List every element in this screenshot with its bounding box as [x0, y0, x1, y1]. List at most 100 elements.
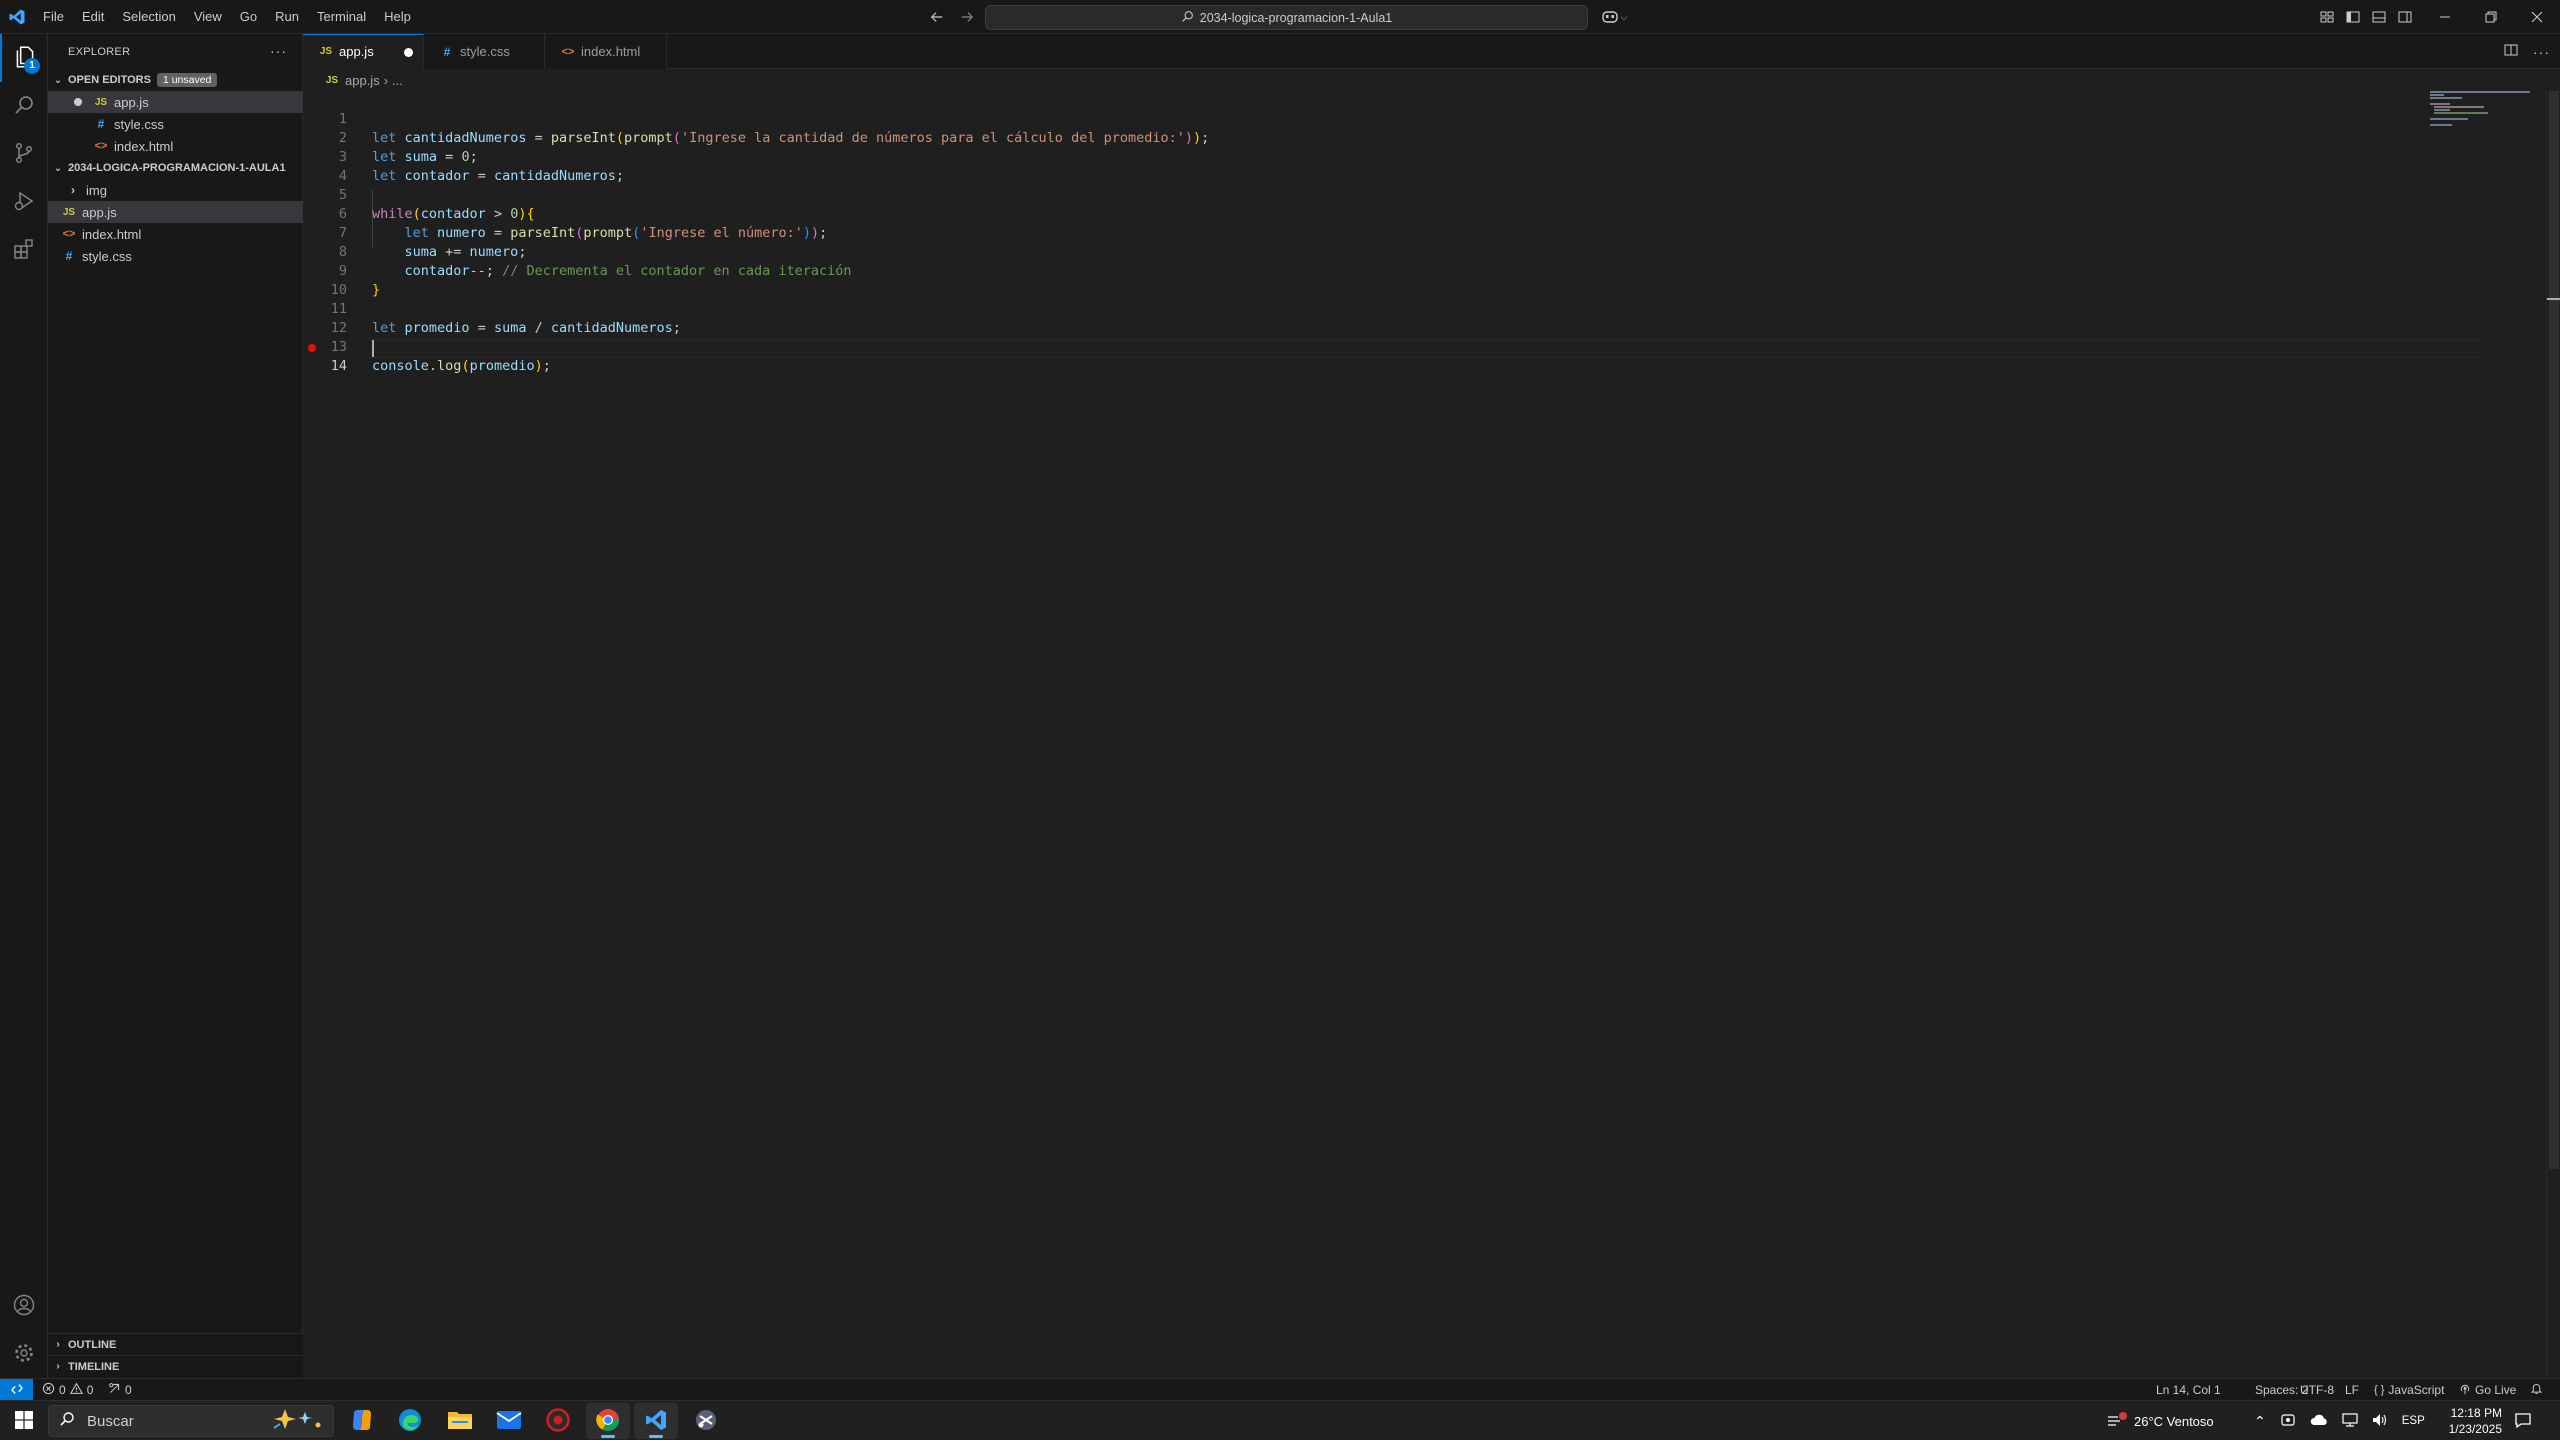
unsaved-dot-icon[interactable] [404, 48, 413, 57]
outline-section[interactable]: › OUTLINE [48, 1333, 303, 1355]
copilot-button[interactable]: ⌵ [1596, 4, 1632, 30]
ports-indicator[interactable]: 0 [108, 1379, 132, 1401]
manage-activity[interactable] [0, 1330, 48, 1378]
problems-indicator[interactable]: 0 0 [42, 1379, 93, 1401]
cursor-position[interactable]: Ln 14, Col 1 [2156, 1379, 2221, 1401]
chevron-right-icon: › [71, 183, 75, 197]
javascript-file-icon: JS [62, 206, 76, 218]
code-line: 8 contador--; // Decrementa el contador … [303, 224, 2423, 279]
explorer-badge: 1 [24, 58, 40, 74]
more-actions-icon[interactable]: ··· [270, 43, 287, 59]
editor-scrollbar[interactable] [2546, 91, 2560, 1378]
taskbar-copilot-app[interactable] [340, 1403, 384, 1439]
taskbar-file-explorer-app[interactable] [438, 1403, 482, 1439]
go-live-button[interactable]: Go Live [2459, 1379, 2516, 1401]
taskbar-red-app[interactable] [536, 1403, 580, 1439]
close-icon[interactable] [2514, 0, 2560, 34]
weather-icon [2106, 1411, 2128, 1432]
tab-index-html[interactable]: <> index.html [545, 34, 667, 69]
restore-icon[interactable] [2468, 0, 2514, 34]
menu-help[interactable]: Help [375, 0, 420, 34]
tab-style-css[interactable]: # style.css [424, 34, 545, 69]
extensions-icon [12, 237, 36, 264]
menu-bar: File Edit Selection View Go Run Terminal… [34, 0, 420, 34]
minimap[interactable] [2430, 91, 2540, 131]
cursor-position-label: Ln 14, Col 1 [2156, 1383, 2221, 1397]
forward-arrow-icon[interactable] [954, 4, 980, 30]
start-button[interactable] [0, 1401, 48, 1440]
clock[interactable]: 12:18 PM 1/23/2025 [2449, 1405, 2502, 1437]
menu-edit[interactable]: Edit [73, 0, 113, 34]
menu-view[interactable]: View [185, 0, 231, 34]
toggle-secondary-sidebar-icon[interactable] [2394, 6, 2416, 28]
run-debug-icon [12, 189, 36, 216]
more-actions-icon[interactable]: ··· [2533, 44, 2550, 60]
customize-layout-icon[interactable] [2316, 6, 2338, 28]
menu-go[interactable]: Go [231, 0, 266, 34]
workspace-name: 2034-logica-programacion-1-Aula1 [1199, 10, 1393, 25]
chevron-down-icon: ⌄ [53, 74, 63, 86]
open-editors-header[interactable]: ⌄ OPEN EDITORS 1 unsaved [48, 69, 303, 91]
code-editor[interactable]: 1 let cantidadNumeros = parseInt(prompt(… [303, 91, 2541, 1378]
cloud-icon[interactable] [2310, 1413, 2328, 1430]
breadcrumb-file[interactable]: app.js [345, 73, 380, 88]
taskbar-vscode-app[interactable] [634, 1403, 678, 1439]
open-editor-style-css[interactable]: # style.css [48, 113, 303, 135]
tab-app-js[interactable]: JS app.js [303, 34, 424, 69]
encoding[interactable]: UTF-8 [2300, 1379, 2334, 1401]
open-editor-index-html[interactable]: <> index.html [48, 135, 303, 157]
menu-selection[interactable]: Selection [113, 0, 184, 34]
file-index-html[interactable]: <> index.html [48, 223, 303, 245]
extensions-activity[interactable] [0, 226, 48, 274]
breadcrumb-symbols[interactable]: ... [392, 73, 403, 88]
menu-file[interactable]: File [34, 0, 73, 34]
source-control-activity[interactable] [0, 130, 48, 178]
command-center-search[interactable]: 2034-logica-programacion-1-Aula1 [985, 5, 1588, 30]
file-style-css[interactable]: # style.css [48, 245, 303, 267]
menu-terminal[interactable]: Terminal [308, 0, 375, 34]
folder-img[interactable]: › img [48, 179, 303, 201]
run-debug-activity[interactable] [0, 178, 48, 226]
file-label: index.html [114, 138, 174, 154]
accounts-activity[interactable] [0, 1282, 48, 1330]
taskbar-mail-app[interactable] [487, 1403, 531, 1439]
timeline-section[interactable]: › TIMELINE [48, 1355, 303, 1377]
notification-center-button[interactable] [2514, 1401, 2532, 1440]
ports-icon [108, 1382, 121, 1398]
account-icon [12, 1293, 36, 1320]
taskbar-search[interactable]: Buscar [48, 1405, 334, 1437]
split-editor-icon[interactable] [2503, 42, 2519, 61]
toggle-panel-icon[interactable] [2368, 6, 2390, 28]
tab-label: style.css [460, 44, 510, 59]
javascript-file-icon: JS [325, 74, 339, 86]
remote-indicator[interactable] [0, 1379, 33, 1401]
minimize-icon[interactable] [2422, 0, 2468, 34]
end-of-line[interactable]: LF [2345, 1379, 2359, 1401]
taskbar-snipping-app[interactable] [684, 1403, 728, 1439]
search-activity[interactable] [0, 82, 48, 130]
file-label: app.js [114, 94, 149, 110]
back-arrow-icon[interactable] [924, 4, 950, 30]
explorer-activity[interactable]: 1 [0, 34, 48, 82]
volume-icon[interactable] [2372, 1413, 2388, 1430]
taskbar-chrome-app[interactable] [586, 1403, 630, 1439]
language-mode[interactable]: { } JavaScript [2374, 1379, 2444, 1401]
file-app-js[interactable]: JS app.js [48, 201, 303, 223]
edge-browser-icon [397, 1407, 423, 1436]
sparkle-highlight-icon [271, 1406, 325, 1436]
scrollbar-thumb[interactable] [2549, 91, 2559, 1169]
taskbar-edge-app[interactable] [388, 1403, 432, 1439]
tray-app-icon[interactable] [2280, 1412, 2296, 1431]
weather-widget[interactable]: 26°C Ventoso [2106, 1401, 2214, 1440]
open-editor-app-js[interactable]: JS app.js [48, 91, 303, 113]
toggle-primary-sidebar-icon[interactable] [2342, 6, 2364, 28]
editor-tabs: JS app.js # style.css <> index.html ··· [303, 34, 2560, 69]
menu-run[interactable]: Run [266, 0, 308, 34]
network-icon[interactable] [2342, 1412, 2358, 1430]
notifications-button[interactable] [2530, 1379, 2543, 1401]
ports-count: 0 [125, 1383, 132, 1397]
input-language[interactable]: ESP [2402, 1415, 2425, 1427]
folder-header[interactable]: ⌄ 2034-LOGICA-PROGRAMACION-1-AULA1 [48, 157, 303, 179]
folder-label: 2034-LOGICA-PROGRAMACION-1-AULA1 [68, 162, 286, 174]
chevron-up-icon[interactable]: ⌃ [2254, 1413, 2266, 1430]
